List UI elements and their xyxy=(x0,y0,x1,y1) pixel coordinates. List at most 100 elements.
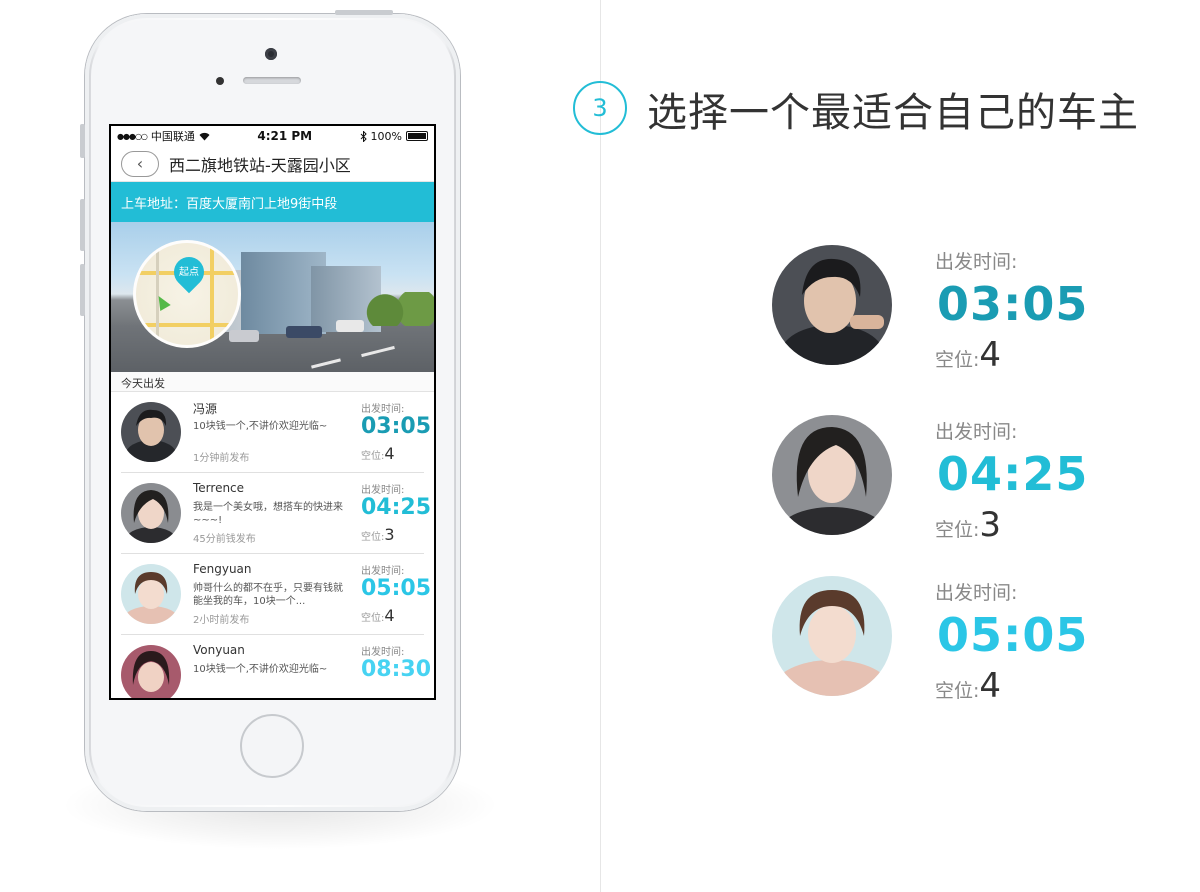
car xyxy=(286,326,322,338)
volume-up-button xyxy=(80,199,85,251)
depart-time: 04:25 xyxy=(361,495,432,520)
ride-list-item[interactable]: Vonyuan 10块钱一个,不讲价欢迎光临~ 出发时间: 08:30 xyxy=(121,635,431,698)
navigation-bar: ‹ 西二旗地铁站-天露园小区 xyxy=(111,146,434,182)
posted-time: 45分前钱发布 xyxy=(193,534,256,545)
driver-name: Fengyuan xyxy=(193,562,252,576)
avatar xyxy=(772,245,892,365)
avatar xyxy=(121,564,181,624)
depart-time: 03:05 xyxy=(937,277,1089,331)
seats-label: 空位: xyxy=(361,613,385,624)
map-road xyxy=(210,243,214,345)
front-camera xyxy=(265,48,277,60)
volume-down-button xyxy=(80,264,85,316)
status-left: ●●●○○ 中国联通 xyxy=(117,128,210,144)
driver-card: 出发时间: 03:05 空位:4 xyxy=(772,245,1087,375)
seats-info: 空位:4 xyxy=(935,335,1001,375)
street-view-image[interactable]: 起点 xyxy=(111,222,434,372)
depart-time: 08:30 xyxy=(361,657,432,682)
seats-count: 3 xyxy=(384,525,395,544)
proximity-sensor xyxy=(216,77,224,85)
map-road xyxy=(136,323,238,327)
status-bar: ●●●○○ 中国联通 4:21 PM 100% xyxy=(111,126,434,146)
battery-icon xyxy=(406,131,428,141)
road-marking xyxy=(311,358,341,369)
posted-time: 1分钟前发布 xyxy=(193,453,250,464)
driver-name: 冯源 xyxy=(193,402,218,416)
presentation-slide: ●●●○○ 中国联通 4:21 PM 100% ‹ 西二旗地铁站-天露园小区 上… xyxy=(0,0,1200,892)
signal-icon: ●●●○○ xyxy=(117,131,148,141)
avatar xyxy=(121,645,181,698)
depart-label: 出发时间: xyxy=(361,485,405,496)
pin-label: 起点 xyxy=(179,267,199,278)
seats-info: 空位:4 xyxy=(361,606,395,625)
ride-list-item[interactable]: Terrence 我是一个美女哦，想搭车的快进来~~~! 45分前钱发布 出发时… xyxy=(121,473,431,554)
car xyxy=(229,330,259,342)
phone-screen: ●●●○○ 中国联通 4:21 PM 100% ‹ 西二旗地铁站-天露园小区 上… xyxy=(109,124,436,700)
depart-label: 出发时间: xyxy=(361,647,405,658)
seats-info: 空位:4 xyxy=(361,444,395,463)
driver-message: 我是一个美女哦，想搭车的快进来~~~! xyxy=(193,502,343,526)
iphone-mockup: ●●●○○ 中国联通 4:21 PM 100% ‹ 西二旗地铁站-天露园小区 上… xyxy=(80,10,460,811)
seats-label: 空位: xyxy=(361,532,385,543)
seats-info: 空位:3 xyxy=(361,525,395,544)
driver-card: 出发时间: 05:05 空位:4 xyxy=(772,576,1087,706)
seats-label: 空位: xyxy=(361,451,385,462)
driver-message: 10块钱一个,不讲价欢迎光临~ xyxy=(193,421,328,432)
seats-count: 4 xyxy=(979,666,1002,706)
section-header: 今天出发 xyxy=(111,372,434,392)
ride-list-item[interactable]: 冯源 10块钱一个,不讲价欢迎光临~ 1分钟前发布 出发时间: 03:05 空位… xyxy=(121,392,431,473)
step-title: 选择一个最适合自己的车主 xyxy=(647,90,1139,136)
depart-time: 04:25 xyxy=(937,447,1089,501)
wifi-icon xyxy=(199,132,210,140)
depart-label: 出发时间: xyxy=(935,251,1018,273)
depart-label: 出发时间: xyxy=(935,421,1018,443)
status-time: 4:21 PM xyxy=(257,129,313,143)
step-number-badge: 3 xyxy=(573,81,627,135)
avatar xyxy=(121,402,181,462)
trees xyxy=(361,292,434,326)
bluetooth-icon xyxy=(360,130,367,142)
driver-card: 出发时间: 04:25 空位:3 xyxy=(772,415,1087,545)
status-right: 100% xyxy=(360,130,428,143)
pickup-address: 上车地址：百度大厦南门上地9街中段 xyxy=(121,196,338,212)
seats-info: 空位:3 xyxy=(935,505,1001,545)
route-title: 西二旗地铁站-天露园小区 xyxy=(169,155,351,175)
driver-name: Terrence xyxy=(193,481,245,495)
seats-count: 4 xyxy=(979,335,1002,375)
car xyxy=(336,320,364,332)
chevron-left-icon: ‹ xyxy=(136,154,144,173)
depart-time: 03:05 xyxy=(361,414,432,439)
depart-time: 05:05 xyxy=(937,608,1089,662)
seats-info: 空位:4 xyxy=(935,666,1001,706)
driver-message: 10块钱一个,不讲价欢迎光临~ xyxy=(193,664,328,675)
carrier-label: 中国联通 xyxy=(150,130,195,143)
pickup-address-bar[interactable]: 上车地址：百度大厦南门上地9街中段 xyxy=(111,182,434,228)
avatar xyxy=(121,483,181,543)
driver-message: 帅哥什么的都不在乎，只要有钱就能坐我的车，10块一个... xyxy=(193,583,343,607)
earpiece-speaker xyxy=(243,77,301,84)
step-number: 3 xyxy=(592,94,608,122)
posted-time: 2小时前发布 xyxy=(193,615,250,626)
minimap-bubble[interactable]: 起点 xyxy=(133,240,241,348)
seats-label: 空位: xyxy=(935,680,980,702)
ride-list: 冯源 10块钱一个,不讲价欢迎光临~ 1分钟前发布 出发时间: 03:05 空位… xyxy=(111,392,434,698)
avatar xyxy=(772,415,892,535)
driver-name: Vonyuan xyxy=(193,643,245,657)
seats-label: 空位: xyxy=(935,519,980,541)
depart-label: 出发时间: xyxy=(935,582,1018,604)
home-button[interactable] xyxy=(240,714,304,778)
depart-label: 出发时间: xyxy=(361,566,405,577)
avatar xyxy=(772,576,892,696)
power-button xyxy=(335,10,393,15)
ride-list-item[interactable]: Fengyuan 帅哥什么的都不在乎，只要有钱就能坐我的车，10块一个... 2… xyxy=(121,554,431,635)
silent-switch xyxy=(80,124,85,158)
app-screen: ●●●○○ 中国联通 4:21 PM 100% ‹ 西二旗地铁站-天露园小区 上… xyxy=(111,126,434,698)
battery-percent: 100% xyxy=(370,129,402,143)
seats-count: 4 xyxy=(384,444,395,463)
seats-count: 4 xyxy=(384,606,395,625)
seats-count: 3 xyxy=(979,505,1002,545)
depart-label: 出发时间: xyxy=(361,404,405,415)
seats-label: 空位: xyxy=(935,349,980,371)
depart-time: 05:05 xyxy=(361,576,432,601)
back-button[interactable]: ‹ xyxy=(121,150,159,177)
